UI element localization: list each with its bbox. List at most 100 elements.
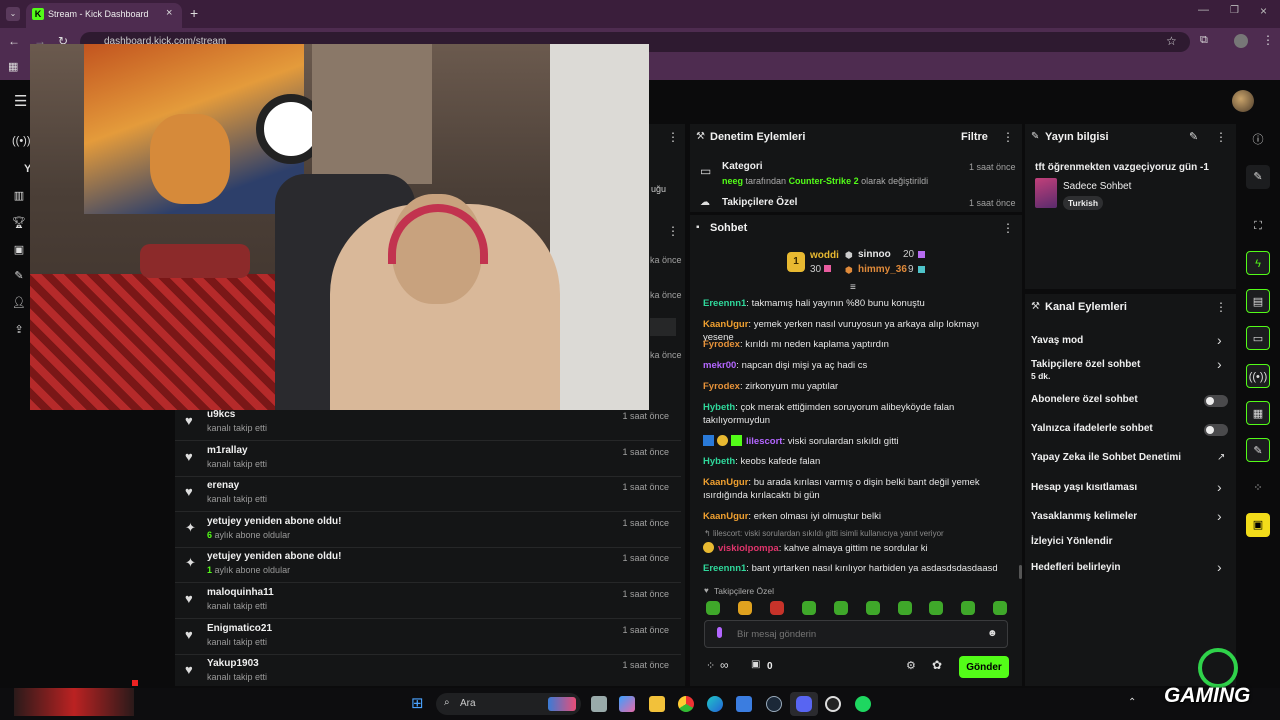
users-tool-icon[interactable]: ⁘: [1246, 476, 1270, 500]
toggle-switch[interactable]: [1204, 395, 1228, 407]
chat-username[interactable]: Fyrodex: [703, 339, 740, 350]
apps-grid-icon[interactable]: ▦: [8, 60, 18, 73]
chat-username[interactable]: Hybeth: [703, 402, 735, 413]
users-icon[interactable]: 👤︎: [12, 296, 26, 310]
mod-category[interactable]: Counter-Strike 2: [789, 176, 859, 186]
leaderboard-second-name[interactable]: sinnoo: [858, 249, 891, 260]
fullscreen-icon[interactable]: ⛶: [1246, 214, 1270, 238]
moderation-menu-icon[interactable]: ⋮: [1002, 130, 1014, 144]
channel-action-label[interactable]: Yasaklanmış kelimeler: [1031, 511, 1231, 522]
mod-user[interactable]: neeg: [722, 176, 743, 186]
wrench-tool-icon[interactable]: ✎: [1246, 438, 1270, 462]
edge-icon[interactable]: [707, 696, 723, 712]
upload-icon[interactable]: ⇪: [12, 323, 26, 337]
external-link-icon[interactable]: ↗: [1217, 452, 1225, 463]
feed-username[interactable]: erenay: [207, 480, 239, 491]
close-window-icon[interactable]: ×: [1260, 4, 1267, 18]
stream-info-menu-icon[interactable]: ⋮: [1215, 130, 1227, 144]
chat-username[interactable]: Hybeth: [703, 456, 735, 467]
chat-username[interactable]: KaanUgur: [703, 319, 748, 330]
channel-action-label[interactable]: Yalnızca ifadelerle sohbet: [1031, 423, 1231, 434]
chat-icon[interactable]: ▭: [1246, 326, 1270, 350]
channel-action-label[interactable]: Hesap yaşı kısıtlaması: [1031, 482, 1231, 493]
leaderboard-first-name[interactable]: woddi: [810, 250, 839, 261]
layers-icon[interactable]: ▦: [1246, 401, 1270, 425]
emote-icon[interactable]: [866, 601, 880, 615]
chevron-right-icon[interactable]: ›: [1217, 559, 1222, 575]
chat-username[interactable]: KaanUgur: [703, 511, 748, 522]
emote-icon[interactable]: [834, 601, 848, 615]
obs-icon[interactable]: [825, 696, 841, 712]
panel-menu-icon[interactable]: ⋮: [667, 130, 679, 144]
channel-action-label[interactable]: İzleyici Yönlendir: [1031, 536, 1231, 547]
video-icon[interactable]: ▣: [12, 243, 26, 257]
chevron-right-icon[interactable]: ›: [1217, 356, 1222, 372]
chevron-right-icon[interactable]: ›: [1217, 479, 1222, 495]
notes-icon[interactable]: ▤: [1246, 289, 1270, 313]
copilot-icon[interactable]: [619, 696, 635, 712]
emoji-picker-icon[interactable]: ☻: [987, 628, 998, 639]
chat-input-field[interactable]: ☻: [704, 620, 1008, 648]
discord-icon[interactable]: [796, 696, 812, 712]
edit-icon[interactable]: ✎: [1189, 130, 1198, 143]
panel-menu-icon-2[interactable]: ⋮: [667, 224, 679, 238]
channel-action-label[interactable]: Abonelere özel sohbet: [1031, 394, 1231, 405]
points-icon[interactable]: ▣: [751, 659, 760, 670]
emote-icon[interactable]: [898, 601, 912, 615]
user-avatar[interactable]: [1232, 90, 1254, 112]
channel-actions-menu-icon[interactable]: ⋮: [1215, 300, 1227, 314]
chat-username[interactable]: viskiolpompa: [718, 543, 779, 554]
channel-action-label[interactable]: Takipçilere özel sohbet: [1031, 359, 1231, 370]
category-name[interactable]: Sadece Sohbet: [1063, 181, 1131, 192]
new-tab-icon[interactable]: +: [190, 5, 198, 21]
channel-action-label[interactable]: Yapay Zeka ile Sohbet Denetimi: [1031, 452, 1231, 463]
extensions-icon[interactable]: ⧉: [1200, 34, 1208, 47]
feed-username[interactable]: yetujey yeniden abone oldu!: [207, 516, 341, 527]
analytics-icon[interactable]: ▥: [12, 189, 26, 203]
chat-scrollbar[interactable]: [1019, 565, 1022, 579]
minimize-icon[interactable]: —: [1198, 4, 1209, 16]
channel-action-label[interactable]: Yavaş mod: [1031, 335, 1231, 346]
chat-menu-icon[interactable]: ⋮: [1002, 221, 1014, 235]
spotify-icon[interactable]: [855, 696, 871, 712]
chat-username[interactable]: Ereennn1: [703, 298, 746, 309]
trophy-icon[interactable]: 🏆︎: [12, 216, 26, 230]
collapse-leaderboard-icon[interactable]: ≡: [850, 282, 856, 293]
chat-input[interactable]: [737, 627, 967, 642]
viewer-group-icon[interactable]: ⁘: [706, 659, 715, 672]
chrome-icon[interactable]: [678, 696, 694, 712]
live-icon[interactable]: ((•)): [12, 135, 31, 149]
mic-icon[interactable]: [717, 627, 722, 638]
feed-username[interactable]: Enigmatico21: [207, 623, 272, 634]
pencil-icon[interactable]: ✎: [1246, 165, 1270, 189]
chat-settings-icon[interactable]: ⚙: [906, 659, 916, 672]
taskbar-search[interactable]: ⌕ Ara: [436, 693, 581, 715]
browser-menu-icon[interactable]: ⋮: [1262, 33, 1274, 47]
chat-username[interactable]: Ereennn1: [703, 563, 746, 574]
leaderboard-third-name[interactable]: himmy_36: [858, 264, 907, 275]
wrench-icon[interactable]: ✎: [12, 269, 26, 283]
feed-username[interactable]: maloquinha11: [207, 587, 274, 598]
chat-username[interactable]: lilescort: [746, 436, 782, 447]
profile-icon[interactable]: [1234, 34, 1248, 48]
file-explorer-icon[interactable]: [649, 696, 665, 712]
lightning-icon[interactable]: ϟ: [1246, 251, 1270, 275]
feed-username[interactable]: yetujey yeniden abone oldu!: [207, 551, 341, 562]
tray-chevron-icon[interactable]: ⌃: [1128, 697, 1136, 708]
store-icon[interactable]: [736, 696, 752, 712]
emote-icon[interactable]: [738, 601, 752, 615]
browser-tab-stream[interactable]: K Stream - Kick Dashboard ×: [26, 3, 182, 28]
broadcast-icon[interactable]: ((•)): [1246, 364, 1270, 388]
emote-icon[interactable]: [706, 601, 720, 615]
chat-username[interactable]: KaanUgur: [703, 477, 748, 488]
partial-input[interactable]: [650, 318, 676, 336]
emote-icon[interactable]: [802, 601, 816, 615]
clapper-icon[interactable]: ▣: [1246, 513, 1270, 537]
toggle-switch[interactable]: [1204, 424, 1228, 436]
close-tab-icon[interactable]: ×: [166, 7, 172, 19]
chat-username[interactable]: Fyrodex: [703, 381, 740, 392]
emote-icon[interactable]: [770, 601, 784, 615]
emote-icon[interactable]: [961, 601, 975, 615]
mod-tools-icon[interactable]: ✿: [932, 658, 942, 672]
feed-username[interactable]: m1rallay: [207, 445, 248, 456]
